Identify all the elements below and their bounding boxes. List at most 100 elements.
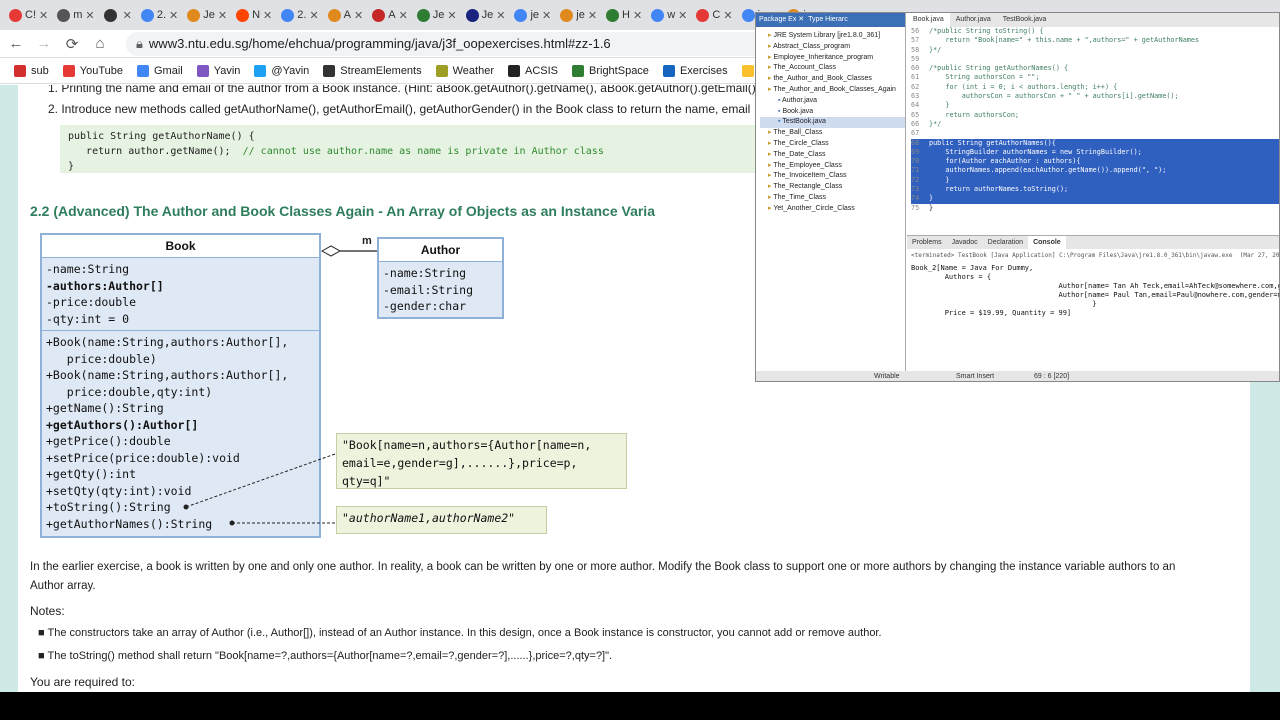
- bookmark-item[interactable]: ACSIS: [507, 64, 558, 77]
- bookmark-icon: [14, 64, 26, 77]
- tab-close-icon[interactable]: ✕: [309, 9, 318, 22]
- back-icon[interactable]: ←: [4, 35, 28, 52]
- tab-close-icon[interactable]: ✕: [542, 9, 551, 22]
- browser-tab[interactable]: A ✕: [369, 3, 411, 27]
- tab-label: Je: [432, 9, 445, 21]
- tree-item-label: The_Time_Class: [773, 193, 826, 201]
- tab-favicon-icon: [57, 8, 71, 22]
- tree-item[interactable]: ▸ Abstract_Class_program: [760, 42, 905, 53]
- tree-item[interactable]: ▸ The_Circle_Class: [760, 139, 905, 150]
- editor-tab[interactable]: Book.java: [907, 13, 950, 27]
- tree-item[interactable]: ▸ The_InvoiceItem_Class: [760, 171, 905, 182]
- tree-item[interactable]: ▸ The_Rectangle_Class: [760, 182, 905, 193]
- browser-tab[interactable]: je✕: [557, 3, 600, 27]
- console-tab[interactable]: Console: [1028, 236, 1066, 249]
- browser-tab[interactable]: H ✕: [603, 3, 645, 27]
- browser-tab[interactable]: m ✕: [54, 3, 97, 27]
- tab-close-icon[interactable]: ✕: [723, 9, 732, 22]
- bookmark-icon: [507, 64, 520, 77]
- line-number: 61: [911, 73, 920, 82]
- bookmark-item[interactable]: sub: [14, 64, 49, 77]
- tab-close-icon[interactable]: ✕: [354, 9, 363, 22]
- tree-item[interactable]: ▸ The_Ball_Class: [760, 128, 905, 139]
- lock-icon: 🔒︎: [136, 35, 143, 51]
- editor-code[interactable]: 56/*public String toString() {57 return …: [907, 27, 1279, 213]
- tree-item[interactable]: ▸ JRE System Library [jre1.8.0_361]: [760, 31, 905, 42]
- bookmark-item[interactable]: StreamElements: [323, 64, 422, 77]
- tree-item[interactable]: ▪ Book.java: [760, 107, 905, 118]
- type-hierarchy-tab[interactable]: Type Hierarc: [808, 16, 848, 23]
- tree-item[interactable]: ▸ The_Author_and_Book_Classes_Again: [760, 85, 905, 96]
- editor-tab[interactable]: TestBook.java: [997, 13, 1053, 27]
- code-line: 75}: [911, 204, 1279, 213]
- console-tab[interactable]: Declaration: [983, 236, 1028, 249]
- line-number: 69: [911, 147, 920, 156]
- paragraph-line-2: Author array.: [30, 580, 96, 592]
- browser-tab[interactable]: C ✕: [693, 3, 735, 27]
- bookmark-item[interactable]: BrightSpace: [572, 64, 649, 77]
- tab-close-icon[interactable]: ✕: [633, 9, 642, 22]
- browser-tab[interactable]: Je ✕: [463, 3, 509, 27]
- forward-icon[interactable]: →: [32, 35, 56, 52]
- console-tab[interactable]: Problems: [907, 236, 947, 249]
- bookmark-item[interactable]: Gmail: [136, 64, 183, 77]
- browser-tab[interactable]: A ✕: [325, 3, 367, 27]
- bookmark-icon: [662, 64, 675, 77]
- tab-close-icon[interactable]: ✕: [39, 9, 48, 22]
- tree-item[interactable]: ▸ The_Time_Class: [760, 193, 905, 204]
- tree-item[interactable]: ▸ The_Date_Class: [760, 150, 905, 161]
- bookmark-item[interactable]: @Yavin: [254, 64, 309, 77]
- line-number: 65: [911, 110, 920, 119]
- tree-item[interactable]: ▸ The_Employee_Class: [760, 161, 905, 172]
- tab-close-icon[interactable]: ✕: [588, 9, 597, 22]
- bookmark-item[interactable]: Exercises: [662, 64, 728, 77]
- bookmark-item[interactable]: Weather: [435, 64, 494, 77]
- bookmark-item[interactable]: Yavin: [196, 64, 240, 77]
- code-line: 63 authorsCon = authorsCon + " " + autho…: [911, 92, 1279, 101]
- tab-label: C!: [25, 9, 36, 21]
- uml-author-class: Author -name:String -email:String -gender:…: [377, 237, 504, 319]
- browser-tab[interactable]: 2. ✕: [138, 3, 181, 27]
- code-text: return authorsCon;: [929, 110, 1020, 119]
- tab-label: 2.: [156, 9, 167, 21]
- tree-item[interactable]: ▸ Yet_Another_Circle_Class: [760, 204, 905, 215]
- home-icon[interactable]: ⌂: [88, 35, 112, 52]
- browser-tab[interactable]: Je ✕: [184, 3, 230, 27]
- url-input[interactable]: 🔒︎ www3.ntu.edu.sg/home/ehchua/programmin…: [126, 31, 766, 56]
- code-line: 74}: [911, 194, 1279, 204]
- code-block: public String getAuthorName() { return a…: [60, 125, 760, 173]
- tab-favicon-icon: [140, 8, 154, 22]
- tab-close-icon[interactable]: ✕: [123, 9, 132, 22]
- note-bullet-1: ■ The constructors take an array of Auth…: [38, 627, 882, 639]
- browser-tab[interactable]: w ✕: [648, 3, 690, 27]
- tree-item[interactable]: ▪ Author.java: [760, 96, 905, 107]
- tab-close-icon[interactable]: ✕: [496, 9, 505, 22]
- tree-item[interactable]: ▸ Employee_Inheritance_program: [760, 53, 905, 64]
- browser-tab[interactable]: C! ✕: [6, 3, 51, 27]
- editor-tab[interactable]: Author.java: [950, 13, 997, 27]
- tree-item[interactable]: ▪ TestBook.java: [760, 117, 905, 129]
- package-explorer-tab[interactable]: Package Ex: [759, 16, 796, 23]
- reload-icon[interactable]: ⟳: [60, 35, 84, 53]
- browser-tab[interactable]: ✕: [101, 3, 135, 27]
- tab-close-icon[interactable]: ✕: [263, 9, 272, 22]
- exercise-step-2: 2. Introduce new methods called getAutho…: [48, 102, 751, 116]
- bookmark-label: YouTube: [79, 64, 123, 77]
- tab-close-icon[interactable]: ✕: [169, 9, 178, 22]
- console-tab[interactable]: Javadoc: [947, 236, 983, 249]
- bookmark-item[interactable]: YouTube: [62, 64, 123, 77]
- browser-tab[interactable]: je✕: [511, 3, 554, 27]
- tree-item-label: The_Rectangle_Class: [773, 183, 843, 191]
- code-line: 71 authorNames.append(eachAuthor.getName…: [911, 166, 1279, 176]
- tab-close-icon[interactable]: ✕: [447, 9, 456, 22]
- browser-tab[interactable]: N ✕: [233, 3, 275, 27]
- tab-close-icon[interactable]: ✕: [85, 9, 94, 22]
- tab-close-icon[interactable]: ✕: [218, 9, 227, 22]
- browser-tab[interactable]: Je ✕: [414, 3, 460, 27]
- tab-close-icon[interactable]: ✕: [678, 9, 687, 22]
- tab-close-icon[interactable]: ✕: [399, 9, 408, 22]
- browser-tab[interactable]: 2. ✕: [278, 3, 321, 27]
- tree-item[interactable]: ▸ The_Account_Class: [760, 63, 905, 74]
- tree-item[interactable]: ▸ the_Author_and_Book_Classes: [760, 74, 905, 85]
- bookmark-icon: [254, 64, 267, 77]
